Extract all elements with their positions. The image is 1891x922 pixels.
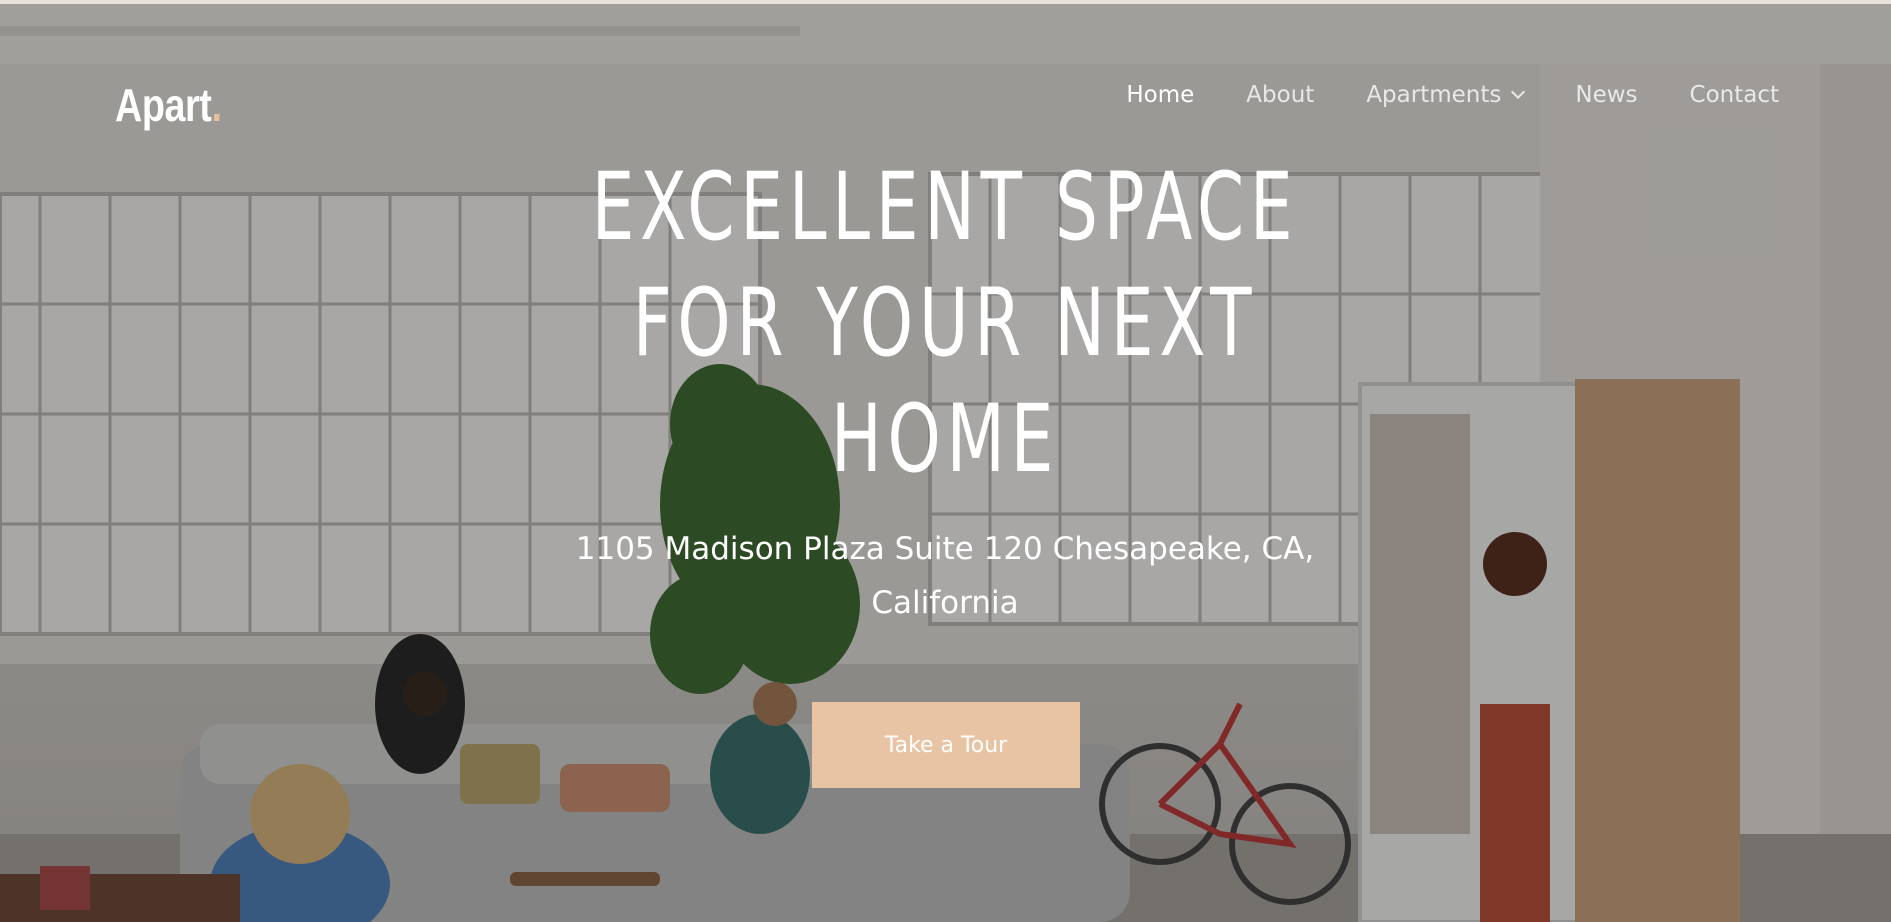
headline-line: HOME	[830, 385, 1060, 494]
main-navigation: Home About Apartments News Contact	[1100, 78, 1779, 112]
nav-apartments-label: Apartments	[1366, 82, 1502, 108]
nav-contact-link[interactable]: Contact	[1664, 78, 1779, 112]
brand-logo[interactable]: Apart.	[115, 78, 222, 132]
hero-address: 1105 Madison Plaza Suite 120 Chesapeake,…	[520, 522, 1370, 630]
nav-about-link[interactable]: About	[1220, 78, 1340, 112]
take-a-tour-button[interactable]: Take a Tour	[812, 702, 1080, 788]
nav-news-link[interactable]: News	[1549, 78, 1663, 112]
nav-apartments-dropdown[interactable]: Apartments	[1340, 78, 1549, 112]
logo-dot: .	[211, 79, 222, 131]
headline-line: EXCELLENT SPACE	[591, 153, 1299, 262]
chevron-down-icon	[1511, 84, 1526, 100]
address-line: 1105 Madison Plaza Suite 120 Chesapeake,…	[575, 531, 1315, 567]
nav-home-link[interactable]: Home	[1100, 78, 1220, 112]
headline-line: FOR YOUR NEXT	[632, 269, 1258, 378]
hero-headline: EXCELLENT SPACE FOR YOUR NEXT HOME	[445, 150, 1445, 498]
address-line: California	[871, 585, 1019, 621]
